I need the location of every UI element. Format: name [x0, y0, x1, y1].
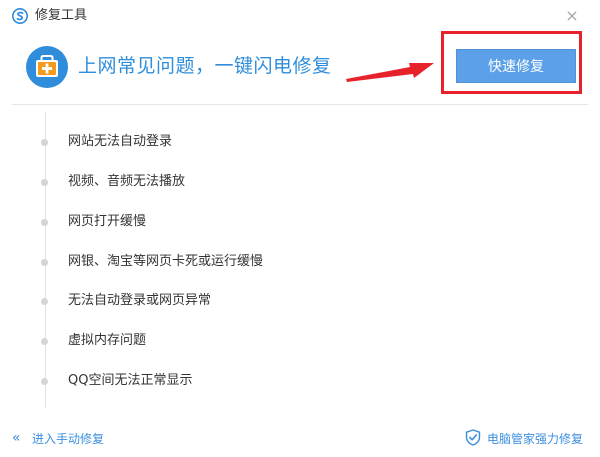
- pc-manager-repair-link[interactable]: 电脑管家强力修复: [465, 429, 589, 447]
- divider: [12, 104, 588, 105]
- issue-label: 无法自动登录或网页异常: [68, 293, 212, 308]
- issue-item: 无法自动登录或网页异常: [0, 291, 400, 311]
- bullet-dot: [41, 378, 48, 385]
- app-logo-icon: [12, 8, 28, 24]
- issue-item: 网页打开缓慢: [0, 212, 400, 232]
- issue-item: QQ空间无法正常显示: [0, 371, 400, 391]
- quick-fix-button[interactable]: 快速修复: [456, 49, 576, 83]
- issue-label: 网站无法自动登录: [68, 134, 173, 149]
- issue-label: 虚拟内存问题: [68, 333, 147, 348]
- shield-check-icon: [465, 429, 481, 446]
- close-icon[interactable]: ×: [564, 8, 580, 24]
- issue-label: 网银、淘宝等网页卡死或运行缓慢: [68, 254, 264, 269]
- bullet-dot: [41, 219, 48, 226]
- first-aid-kit-icon: [26, 46, 68, 88]
- issue-label: QQ空间无法正常显示: [68, 373, 193, 388]
- headline: 上网常见问题，一键闪电修复: [78, 55, 332, 77]
- title-bar: 修复工具 ×: [0, 0, 600, 32]
- bullet-dot: [41, 338, 48, 345]
- issue-item: 网站无法自动登录: [0, 132, 400, 152]
- issue-label: 视频、音频无法播放: [68, 174, 186, 189]
- issue-item: 虚拟内存问题: [0, 331, 400, 351]
- chevron-double-left-icon: «: [12, 430, 21, 446]
- bullet-dot: [41, 139, 48, 146]
- window-title: 修复工具: [35, 8, 88, 23]
- red-arrow: [346, 63, 434, 82]
- bullet-dot: [41, 259, 48, 266]
- issue-item: 视频、音频无法播放: [0, 172, 400, 192]
- issue-label: 网页打开缓慢: [68, 214, 147, 229]
- bullet-dot: [41, 298, 48, 305]
- manual-repair-label: 进入手动修复: [32, 432, 105, 446]
- pc-manager-repair-label: 电脑管家强力修复: [487, 432, 584, 446]
- bullet-dot: [41, 179, 48, 186]
- issue-item: 网银、淘宝等网页卡死或运行缓慢: [0, 252, 400, 272]
